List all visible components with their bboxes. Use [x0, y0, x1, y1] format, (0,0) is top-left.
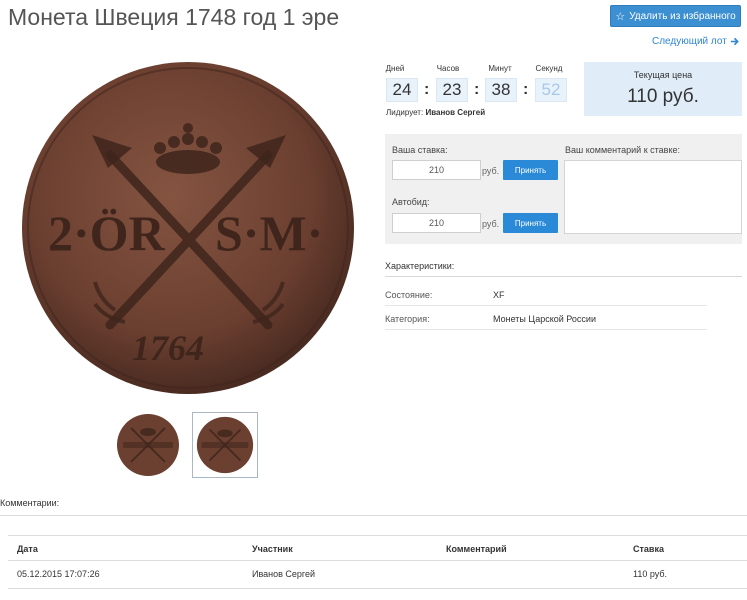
comment-date: 05.12.2015 17:07:26: [17, 569, 100, 579]
thumbnail-reverse[interactable]: [192, 412, 258, 478]
divider: [8, 560, 747, 561]
comment-participant[interactable]: Иванов Сергей: [252, 569, 315, 579]
coin-legend-right: S·M·: [215, 205, 323, 261]
coin-main-image[interactable]: 2·ÖR S·M· 1764: [20, 60, 356, 396]
timer-seconds-label: Секунд: [535, 64, 563, 73]
current-price-label: Текущая цена: [633, 70, 693, 80]
your-bid-input[interactable]: 210: [392, 160, 481, 180]
your-bid-label: Ваша ставка:: [392, 145, 448, 155]
current-price-value: 110 руб.: [627, 86, 699, 107]
autobid-label: Автобид:: [392, 197, 430, 207]
divider: [8, 535, 747, 536]
timer-minutes: 38: [485, 78, 517, 102]
next-lot-label: Следующий лот: [652, 36, 727, 47]
coin-year: 1764: [132, 328, 204, 368]
remove-favorite-label: Удалить из избранного: [629, 10, 736, 22]
accept-bid-button[interactable]: Принять: [503, 160, 558, 180]
timer-days-label: Дней: [385, 64, 405, 73]
page-title: Монета Швеция 1748 год 1 эре: [8, 4, 340, 30]
column-header-date: Дата: [17, 544, 38, 554]
column-header-participant: Участник: [252, 544, 293, 554]
divider: [385, 329, 707, 330]
timer-separator: :: [424, 81, 430, 98]
autobid-input[interactable]: 210: [392, 213, 481, 233]
characteristics-title: Характеристики:: [385, 261, 455, 271]
comments-label: Комментарии:: [0, 498, 60, 508]
column-header-comment: Комментарий: [446, 544, 507, 554]
category-key: Категория:: [385, 314, 430, 324]
remove-favorite-button[interactable]: ☆ Удалить из избранного: [610, 5, 741, 27]
bid-comment-textarea[interactable]: [564, 160, 742, 234]
next-lot-link[interactable]: Следующий лот: [652, 36, 739, 47]
autobid-currency: руб.: [482, 219, 500, 229]
divider: [385, 305, 707, 306]
divider: [385, 276, 742, 277]
timer-hours-label: Часов: [436, 64, 460, 73]
your-bid-currency: руб.: [482, 166, 500, 176]
bid-comment-label: Ваш комментарий к ставке:: [565, 145, 681, 155]
leader-name: Иванов Сергей: [425, 108, 486, 117]
timer-separator: :: [474, 81, 480, 98]
current-price-panel: Текущая цена 110 руб.: [584, 62, 742, 116]
category-value: Монеты Царской России: [493, 314, 596, 324]
condition-value: XF: [493, 290, 505, 300]
column-header-bid: Ставка: [633, 544, 664, 554]
condition-key: Состояние:: [385, 290, 433, 300]
comment-bid: 110 руб.: [633, 569, 668, 579]
accept-autobid-button[interactable]: Принять: [503, 213, 558, 233]
timer-separator: :: [523, 81, 529, 98]
arrow-right-icon: [730, 37, 739, 46]
timer-days: 24: [386, 78, 418, 102]
thumbnail-obverse[interactable]: [115, 412, 181, 478]
star-icon: ☆: [615, 10, 626, 23]
leader-line: Лидирует: Иванов Сергей: [386, 108, 485, 117]
divider: [8, 588, 747, 589]
divider: [0, 515, 747, 516]
timer-minutes-label: Минут: [488, 64, 512, 73]
coin-legend-left: 2·ÖR: [48, 205, 166, 261]
timer-seconds: 52: [535, 78, 567, 102]
leader-label: Лидирует:: [386, 108, 424, 117]
timer-hours: 23: [436, 78, 468, 102]
